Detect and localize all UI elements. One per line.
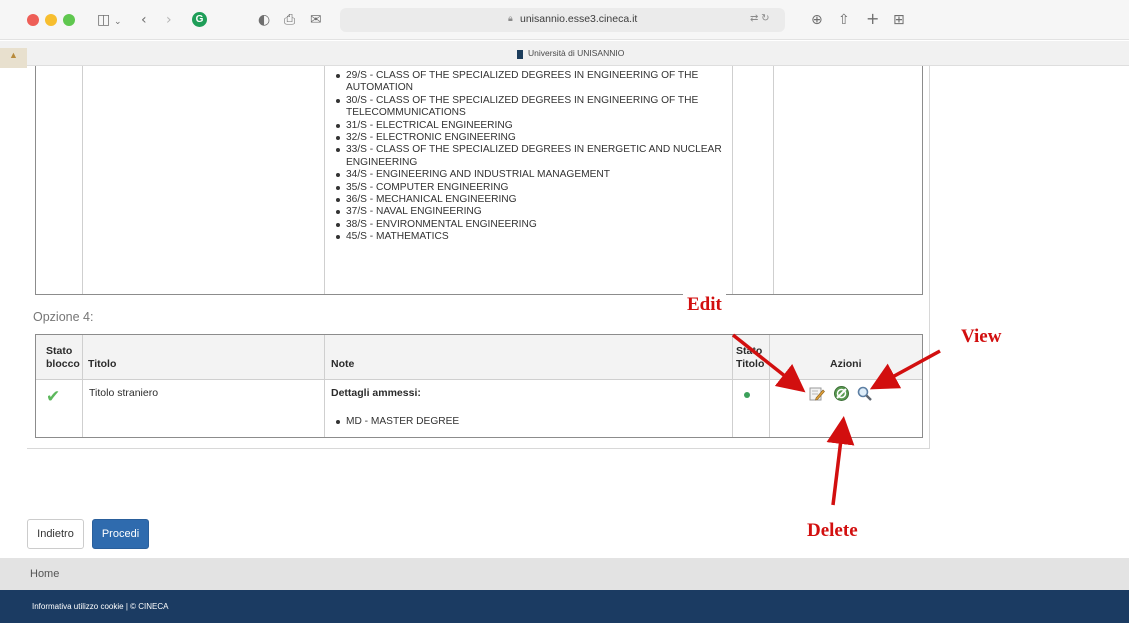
delete-arrow	[826, 416, 855, 506]
delete-annotation: Delete	[801, 520, 864, 542]
edit-annotation: Edit	[683, 294, 726, 316]
annotation-arrows	[731, 333, 941, 506]
browser-window: ◫ ⌄ ‹ › G ◐ ⎙ ✉ 🔒︎ unisannio.esse3.cinec…	[0, 0, 1129, 623]
view-arrow	[869, 349, 941, 390]
view-annotation: View	[961, 326, 1002, 348]
edit-arrow	[731, 333, 806, 393]
